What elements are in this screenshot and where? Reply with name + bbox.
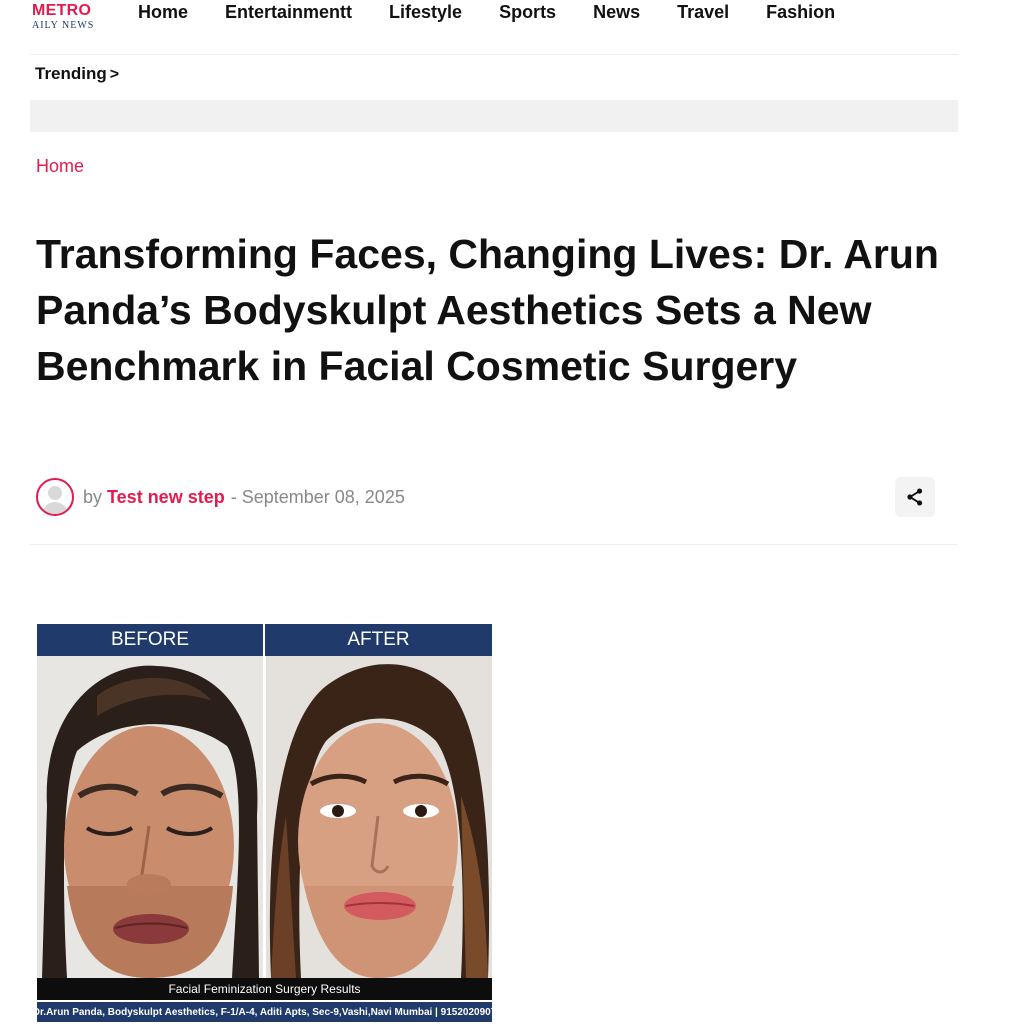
share-button[interactable] [895,477,935,517]
article-featured-image: BEFORE AFTER Facial Feminization Surgery… [37,624,492,1022]
trending-label: Trending > [35,64,119,84]
user-avatar-icon[interactable] [36,478,74,516]
header-divider [30,54,958,55]
image-footer: Dr.Arun Panda, Bodyskulpt Aesthetics, F-… [37,1002,492,1022]
nav-item-home[interactable]: Home [138,2,188,23]
main-nav: Home Entertainmentt Lifestyle Sports New… [138,2,835,23]
article-meta: by Test new step - September 08, 2025 [36,476,405,518]
nav-item-entertainment[interactable]: Entertainmentt [225,2,352,23]
article-title: Transforming Faces, Changing Lives: Dr. … [36,231,939,389]
before-photo [37,656,263,978]
image-caption: Facial Feminization Surgery Results [37,978,492,1000]
meta-separator: - [230,486,237,507]
nav-item-fashion[interactable]: Fashion [766,2,835,23]
chevron-right-icon: > [109,66,120,83]
site-logo[interactable]: METRO AILY NEWS [30,0,110,36]
publish-date: September 08, 2025 [241,486,405,507]
after-photo [266,656,492,978]
trending-ticker[interactable] [140,88,900,94]
byline-prefix: by [83,486,103,507]
nav-item-lifestyle[interactable]: Lifestyle [389,2,462,23]
meta-divider [30,544,958,545]
nav-item-sports[interactable]: Sports [499,2,556,23]
breadcrumb-home[interactable]: Home [36,156,84,177]
before-label: BEFORE [37,624,263,656]
logo-wordmark: METRO [32,2,92,19]
trending-text: Trending [35,64,107,83]
share-icon [907,488,923,506]
site-header: METRO AILY NEWS Home Entertainmentt Life… [0,0,1024,36]
nav-item-news[interactable]: News [593,2,640,23]
author-link[interactable]: Test new step [107,487,225,508]
after-label: AFTER [265,624,492,656]
nav-item-travel[interactable]: Travel [677,2,729,23]
ad-banner-placeholder [30,100,958,132]
logo-tagline: AILY NEWS [32,20,95,31]
